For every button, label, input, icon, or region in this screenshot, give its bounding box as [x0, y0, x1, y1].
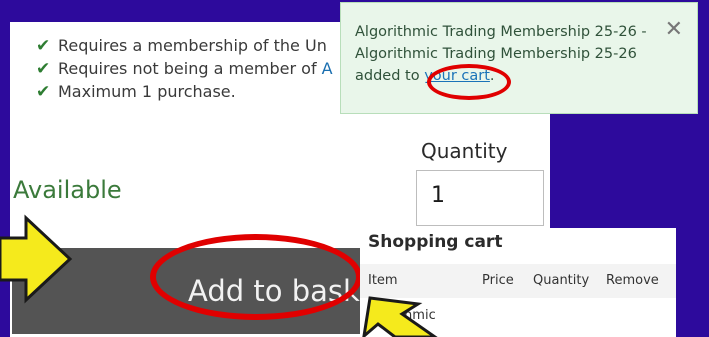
requirement-text: Requires a membership of the Un [58, 36, 327, 55]
requirement-text: Requires not being a member of [58, 59, 322, 78]
cart-col-price: Price [482, 273, 514, 288]
check-icon: ✔ [36, 81, 51, 102]
highlight-ring-cart-link [427, 64, 511, 100]
check-icon: ✔ [36, 58, 51, 79]
check-icon: ✔ [36, 35, 51, 56]
cart-title: Shopping cart [368, 232, 503, 252]
cart-table-header: Item Price Quantity Remove [360, 264, 676, 298]
requirements-list: ✔ Requires a membership of the Un ✔ Requ… [36, 34, 333, 103]
requirement-link[interactable]: A [322, 59, 333, 78]
quantity-input[interactable]: 1 [416, 170, 544, 226]
left-arrow-icon [0, 214, 73, 304]
notification-line: Algorithmic Trading Membership 25-26 [355, 46, 637, 62]
cart-col-item: Item [368, 273, 398, 288]
notification-line: Algorithmic Trading Membership 25-26 - [355, 24, 647, 40]
cart-col-quantity: Quantity [533, 273, 590, 288]
highlight-ring-add-button [150, 234, 362, 320]
requirement-text: Maximum 1 purchase. [58, 82, 236, 101]
cart-col-remove: Remove [606, 273, 659, 288]
cart-notification: Algorithmic Trading Membership 25-26 - A… [340, 2, 698, 114]
close-icon[interactable]: ✕ [665, 19, 683, 41]
notification-prefix: added to [355, 68, 425, 84]
notification-message: Algorithmic Trading Membership 25-26 - A… [355, 21, 665, 87]
availability-status: Available [13, 176, 122, 204]
quantity-label: Quantity [421, 139, 508, 163]
up-arrow-icon [362, 296, 438, 337]
requirement-item: ✔ Requires not being a member of A [36, 57, 333, 80]
requirement-item: ✔ Maximum 1 purchase. [36, 80, 333, 103]
requirement-item: ✔ Requires a membership of the Un [36, 34, 333, 57]
